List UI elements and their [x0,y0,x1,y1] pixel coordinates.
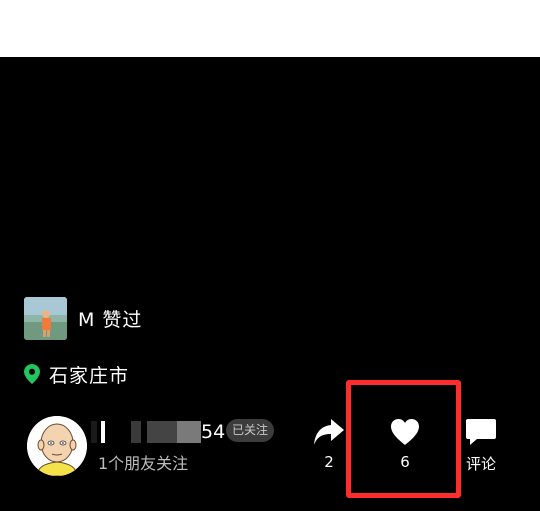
share-button[interactable]: 2 [308,417,350,471]
highlight-box [346,380,461,498]
comment-icon [466,419,496,445]
author-name[interactable]: 54 [91,419,225,445]
liked-by-text: M 赞过 [78,308,143,331]
share-icon [314,419,344,445]
location-text: 石家庄市 [49,364,130,387]
liked-by-row[interactable]: M 赞过 [24,296,142,340]
follow-status-badge[interactable]: 已关注 [226,419,275,442]
top-bar [0,0,540,57]
liked-by-avatar [24,296,67,340]
comment-button[interactable]: 评论 [456,417,506,474]
author-avatar[interactable] [27,416,87,476]
share-count: 2 [324,453,334,471]
location-pin-icon [24,364,40,384]
video-area[interactable]: M 赞过 石家庄市 54 已关注 1个朋友关注 2 6 评论 [0,57,540,511]
author-name-redacted [91,421,201,443]
comment-label: 评论 [465,455,496,473]
location-row[interactable]: 石家庄市 [24,359,129,389]
author-name-suffix: 54 [201,421,226,443]
friends-follow-text: 1个朋友关注 [98,454,189,473]
